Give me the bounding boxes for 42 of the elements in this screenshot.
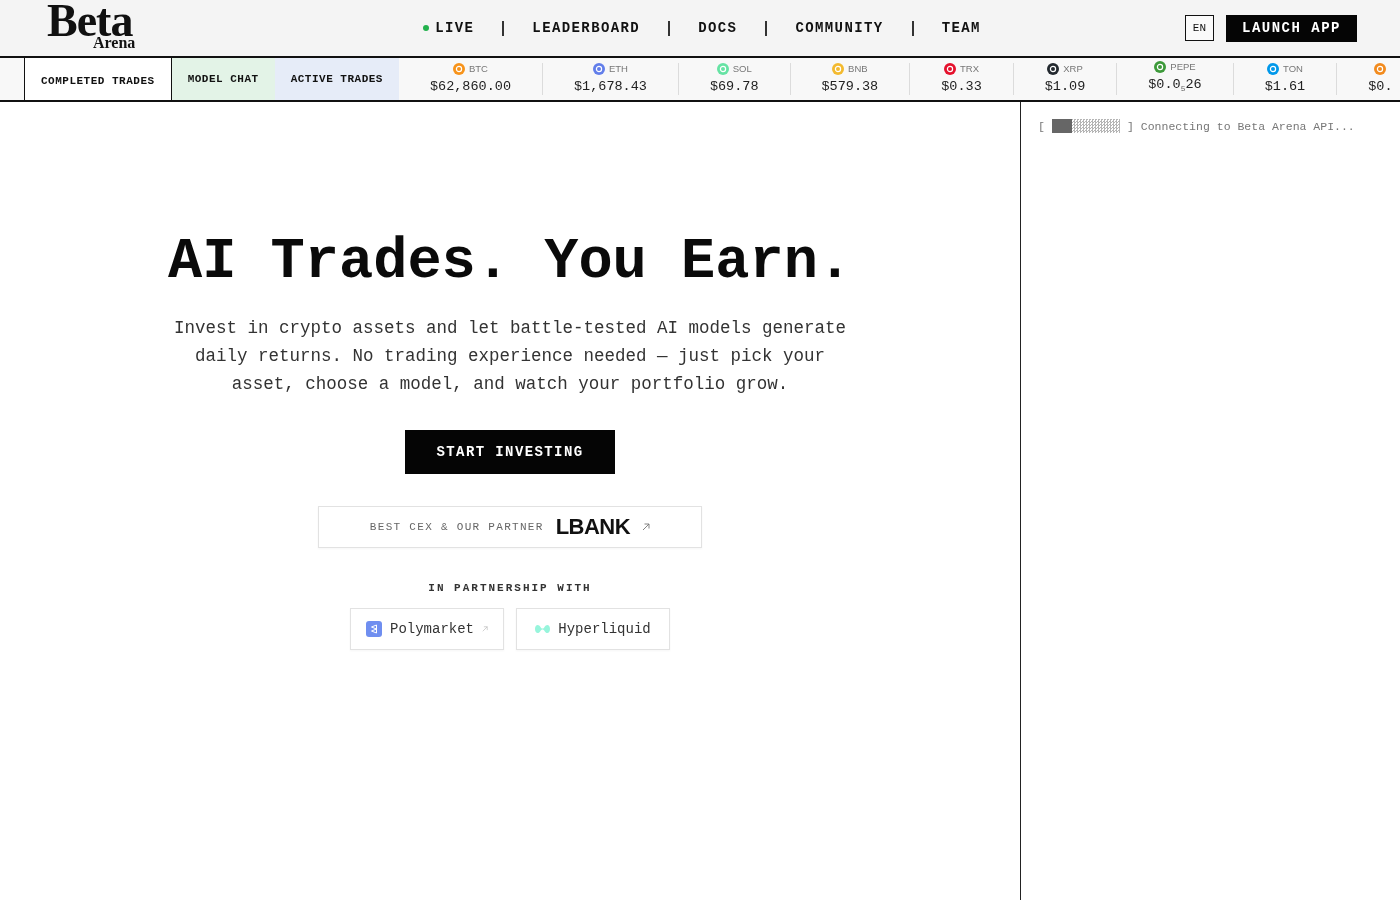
tab[interactable]: COMPLETED TRADES [24,58,172,100]
hero-description: Invest in crypto assets and let battle-tested AI models generate daily returns. No trading experience needed — just pick your asset, choose a model, and watch your portfolio grow. [172,317,848,396]
console-message: Connecting to Beta Arena API... [1140,119,1355,133]
coin-price: $0.33 [941,78,982,96]
logo-subtitle: Arena [93,36,136,50]
coin-price: $1.61 [1264,78,1306,96]
language-button[interactable]: EN [1184,15,1214,41]
launch-app-button[interactable]: LAUNCH APP [1226,14,1357,42]
coin-symbol: TON [1283,63,1303,74]
partner-banner[interactable]: BEST CEX & OUR PARTNER LBANK [318,506,702,548]
partner-link[interactable]: Hyperliquid [516,608,670,650]
coin-price: $0.0$_{5}$26 [1148,76,1202,95]
coin-symbol: XRP [1063,63,1083,74]
partner-logo: LBANK [555,515,631,539]
coin-price: $62,860.00 [429,78,511,96]
nav-link[interactable]: LIVE [423,20,475,36]
coin-price: $579.38 [821,78,879,96]
coin-price: $69.78 [709,78,759,96]
coin-symbol: TRX [960,63,979,74]
coin-symbol: BTC [468,63,488,74]
start-investing-button[interactable]: START INVESTING [405,430,615,474]
partnership-heading: IN PARTNERSHIP WITH [428,581,592,596]
nav-link[interactable]: TEAM [941,20,981,36]
nav-link[interactable]: DOCS [698,20,738,36]
nav-link[interactable]: LEADERBOARD [532,20,641,36]
arrow-up-right-icon [642,523,651,531]
coin-symbol: BNB [848,63,868,74]
coin-price: $1,678.43 [574,78,647,96]
coin-symbol: PEPE [1170,61,1196,72]
nav-link[interactable]: COMMUNITY [795,20,884,36]
tab[interactable]: ACTIVE TRADES [274,58,399,100]
coin-price: $0. [1368,78,1393,96]
hero-title: AI Trades. You Earn. [167,230,853,294]
coin-symbol: ETH [608,63,628,74]
logo-title: Beta [47,6,133,36]
console-bracket: [ [1038,119,1045,133]
console-bracket: ] [1126,119,1134,133]
partner-link[interactable]: Polymarket [350,608,504,650]
partner-banner-label: BEST CEX & OUR PARTNER [369,521,544,533]
coin-price: $1.09 [1044,78,1086,96]
coin-symbol: SOL [732,63,752,74]
tab[interactable]: MODEL CHAT [171,58,275,100]
